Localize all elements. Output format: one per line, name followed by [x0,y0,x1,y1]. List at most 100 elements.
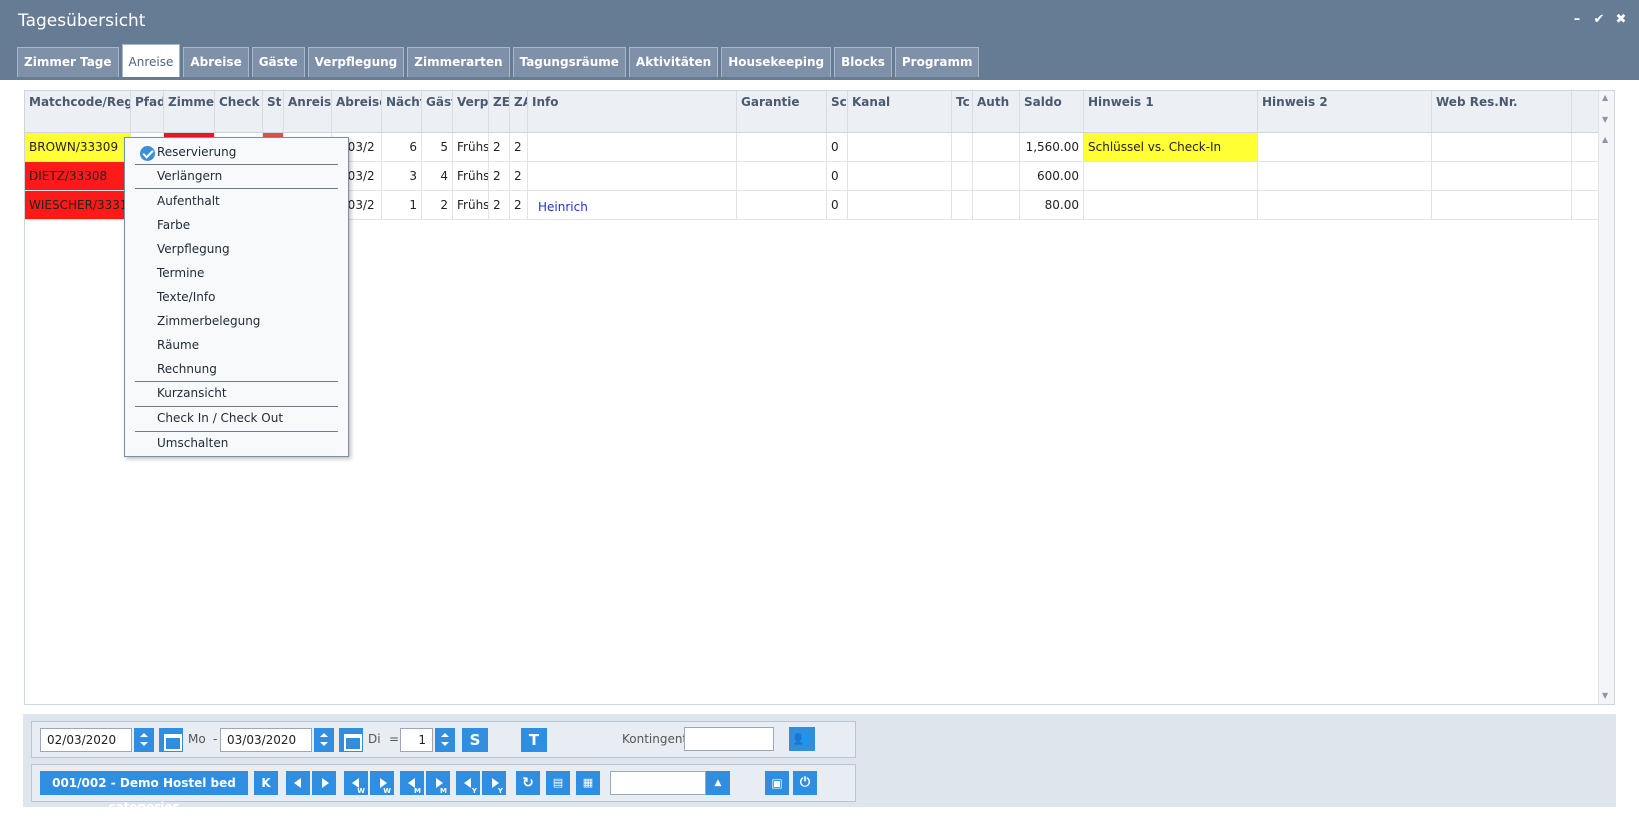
tab-anreise[interactable]: Anreise [121,44,181,77]
tab-blocks[interactable]: Blocks [834,47,892,77]
luggage-icon[interactable]: ▣ [765,771,789,795]
menu-item-reservierung[interactable]: Reservierung [157,145,236,159]
cell-za[interactable]: 2 [510,133,528,161]
tab-zimmerarten[interactable]: Zimmerarten [407,47,510,77]
cell-info[interactable]: Heinrich [528,191,737,219]
cell-matchcode[interactable]: DIETZ/33308 [25,162,131,190]
cell-hinweis-2[interactable] [1258,191,1432,219]
col-pfad[interactable]: Pfad [131,91,164,132]
menu-item-termine[interactable]: Termine [157,266,204,280]
power-icon[interactable]: ⏻ [793,771,817,795]
tab-tagungsraeume[interactable]: Tagungsräume [512,47,626,77]
users-icon[interactable]: 👥 [789,727,815,751]
cell-garantie[interactable] [737,133,827,161]
tab-aktivitaeten[interactable]: Aktivitäten [628,47,719,77]
menu-item-kurzansicht[interactable]: Kurzansicht [157,386,227,400]
scroll-down-icon[interactable]: ▼ [1602,691,1608,700]
cell-auth[interactable] [973,133,1020,161]
col-check-in[interactable]: Check I [215,91,263,132]
cell-naechte[interactable]: 6 [382,133,422,161]
combo-input[interactable] [610,771,706,795]
col-st[interactable]: St [263,91,284,132]
cell-garantie[interactable] [737,162,827,190]
cell-verpflegung[interactable]: Frühs [453,162,489,190]
next-week-button[interactable]: W [370,771,394,795]
cell-info[interactable] [528,162,737,190]
cell-sc[interactable]: 0 [827,162,848,190]
col-za[interactable]: ZA [510,91,528,132]
k-button[interactable]: K [254,771,278,795]
date-to-input[interactable]: 03/03/2020 [220,728,312,752]
col-info[interactable]: Info [528,91,737,132]
scroll-up-icon[interactable]: ▲ [1602,93,1608,102]
cell-kanal[interactable] [848,162,952,190]
col-auth[interactable]: Auth [973,91,1020,132]
document-icon[interactable]: ▦ [576,771,600,795]
next-month-button[interactable]: M [426,771,450,795]
cell-naechte[interactable]: 1 [382,191,422,219]
col-abreise[interactable]: Abreise [332,91,382,132]
vertical-scrollbar[interactable]: ▲ ▼ ▲ ▼ [1598,91,1614,704]
cell-ze[interactable]: 2 [489,162,510,190]
t-button[interactable]: T [521,728,547,752]
col-tc[interactable]: Tc [952,91,973,132]
cell-naechte[interactable]: 3 [382,162,422,190]
menu-item-rechnung[interactable]: Rechnung [157,362,217,376]
menu-item-check-in-check-out[interactable]: Check In / Check Out [157,411,283,425]
cell-ze[interactable]: 2 [489,191,510,219]
cell-web-res-nr[interactable] [1432,191,1572,219]
cell-hinweis-1[interactable]: Schlüssel vs. Check-In [1084,133,1258,161]
col-verpflegung[interactable]: Verp [453,91,489,132]
cell-hinweis-2[interactable] [1258,162,1432,190]
scroll-down-icon[interactable]: ▼ [1602,115,1608,124]
minimize-icon[interactable]: – [1571,12,1583,27]
cell-ze[interactable]: 2 [489,133,510,161]
cell-auth[interactable] [973,191,1020,219]
menu-item-zimmerbelegung[interactable]: Zimmerbelegung [157,314,260,328]
prev-week-button[interactable]: W [344,771,368,795]
col-matchcode[interactable]: Matchcode/Reg.N [25,91,131,132]
property-button[interactable]: 001/002 - Demo Hostel bed categories [40,771,248,814]
cell-garantie[interactable] [737,191,827,219]
cell-gaeste[interactable]: 2 [422,191,453,219]
col-sc[interactable]: Sc [827,91,848,132]
menu-item-farbe[interactable]: Farbe [157,218,190,232]
cell-matchcode[interactable]: WIESCHER/33318 [25,191,131,219]
col-web-res-nr[interactable]: Web Res.Nr. [1432,91,1572,132]
date-to-spinner[interactable] [314,728,334,752]
menu-item-aufenthalt[interactable]: Aufenthalt [157,194,220,208]
scroll-up-icon[interactable]: ▲ [1602,135,1608,144]
cell-sc[interactable]: 0 [827,133,848,161]
tab-programm[interactable]: Programm [894,47,980,77]
cell-info[interactable] [528,133,737,161]
cell-auth[interactable] [973,162,1020,190]
cell-matchcode[interactable]: BROWN/33309 [25,133,131,161]
refresh-icon[interactable]: ↻ [516,771,540,795]
cell-hinweis-1[interactable] [1084,162,1258,190]
cell-kanal[interactable] [848,133,952,161]
cell-tc[interactable] [952,162,973,190]
cell-za[interactable]: 2 [510,191,528,219]
col-hinweis-2[interactable]: Hinweis 2 [1258,91,1432,132]
cell-gaeste[interactable]: 4 [422,162,453,190]
print-icon[interactable]: ▤ [546,771,570,795]
col-zimmer[interactable]: Zimmer [164,91,215,132]
prev-month-button[interactable]: M [400,771,424,795]
cell-hinweis-1[interactable] [1084,191,1258,219]
cell-sc[interactable]: 0 [827,191,848,219]
cell-web-res-nr[interactable] [1432,162,1572,190]
col-naechte[interactable]: Nächt [382,91,422,132]
prev-year-button[interactable]: Y [456,771,480,795]
date-from-input[interactable]: 02/03/2020 [40,728,132,752]
menu-item-raeume[interactable]: Räume [157,338,199,352]
cell-saldo[interactable]: 80.00 [1020,191,1084,219]
col-hinweis-1[interactable]: Hinweis 1 [1084,91,1258,132]
menu-item-texte-info[interactable]: Texte/Info [157,290,215,304]
menu-item-verpflegung[interactable]: Verpflegung [157,242,230,256]
col-kanal[interactable]: Kanal [848,91,952,132]
cell-gaeste[interactable]: 5 [422,133,453,161]
tab-verpflegung[interactable]: Verpflegung [307,47,405,77]
nights-spinner[interactable] [435,728,455,752]
combo-dropdown-icon[interactable]: ▲ [706,771,730,795]
col-anreise[interactable]: Anreise [284,91,332,132]
